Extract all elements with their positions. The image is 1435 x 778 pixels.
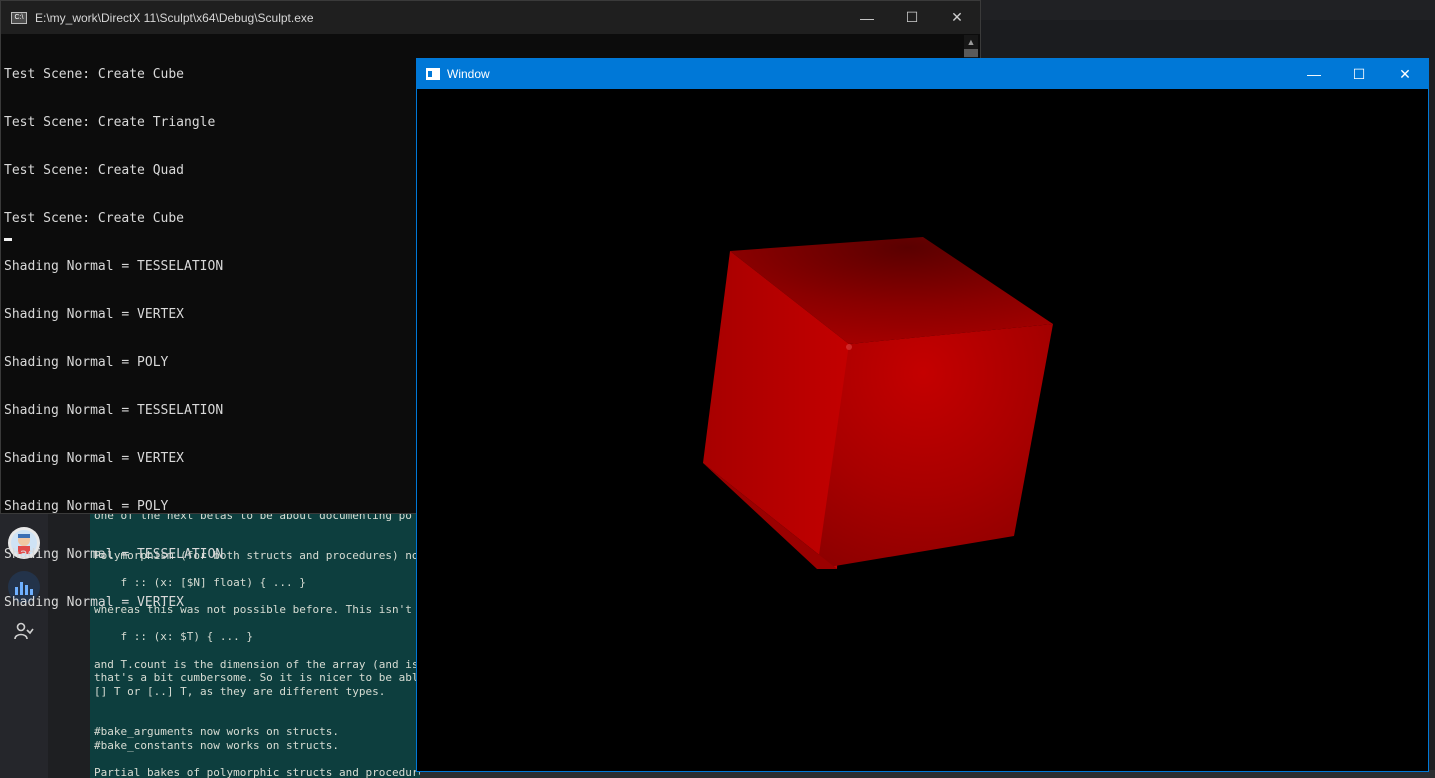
- cube-highlight: [846, 344, 852, 350]
- console-close-button[interactable]: ✕: [934, 1, 980, 34]
- cube-render: [703, 237, 1053, 569]
- render-minimize-button[interactable]: —: [1291, 59, 1337, 89]
- doc-line: #bake_constants now works on structs.: [94, 739, 340, 752]
- render-close-button[interactable]: ✕: [1382, 59, 1428, 89]
- render-maximize-button[interactable]: ☐: [1336, 59, 1382, 89]
- console-maximize-button[interactable]: ☐: [889, 1, 935, 34]
- render-window-titlebar[interactable]: Window — ☐ ✕: [417, 59, 1428, 89]
- render-window-title: Window: [447, 67, 490, 81]
- console-title: E:\my_work\DirectX 11\Sculpt\x64\Debug\S…: [35, 10, 314, 25]
- doc-line: #bake_arguments now works on structs.: [94, 725, 340, 738]
- console-titlebar[interactable]: C:\ E:\my_work\DirectX 11\Sculpt\x64\Deb…: [1, 1, 980, 34]
- window-app-icon: [426, 68, 440, 80]
- render-viewport[interactable]: [417, 89, 1428, 771]
- doc-line: and T.count is the dimension of the arra…: [94, 658, 419, 671]
- console-cursor: [4, 238, 12, 241]
- scroll-up-arrow-icon[interactable]: ▲: [964, 35, 978, 49]
- console-minimize-button[interactable]: —: [844, 1, 890, 34]
- render-window[interactable]: Window — ☐ ✕: [416, 58, 1429, 772]
- cube-right-face: [817, 324, 1053, 569]
- background-app-area: [980, 20, 1435, 60]
- doc-line: that's a bit cumbersome. So it is nicer …: [94, 671, 419, 684]
- doc-line: Partial bakes of polymorphic structs and…: [94, 766, 420, 778]
- scroll-thumb[interactable]: [964, 49, 978, 57]
- doc-line: [] T or [..] T, as they are different ty…: [94, 685, 386, 698]
- console-app-icon: C:\: [11, 11, 27, 24]
